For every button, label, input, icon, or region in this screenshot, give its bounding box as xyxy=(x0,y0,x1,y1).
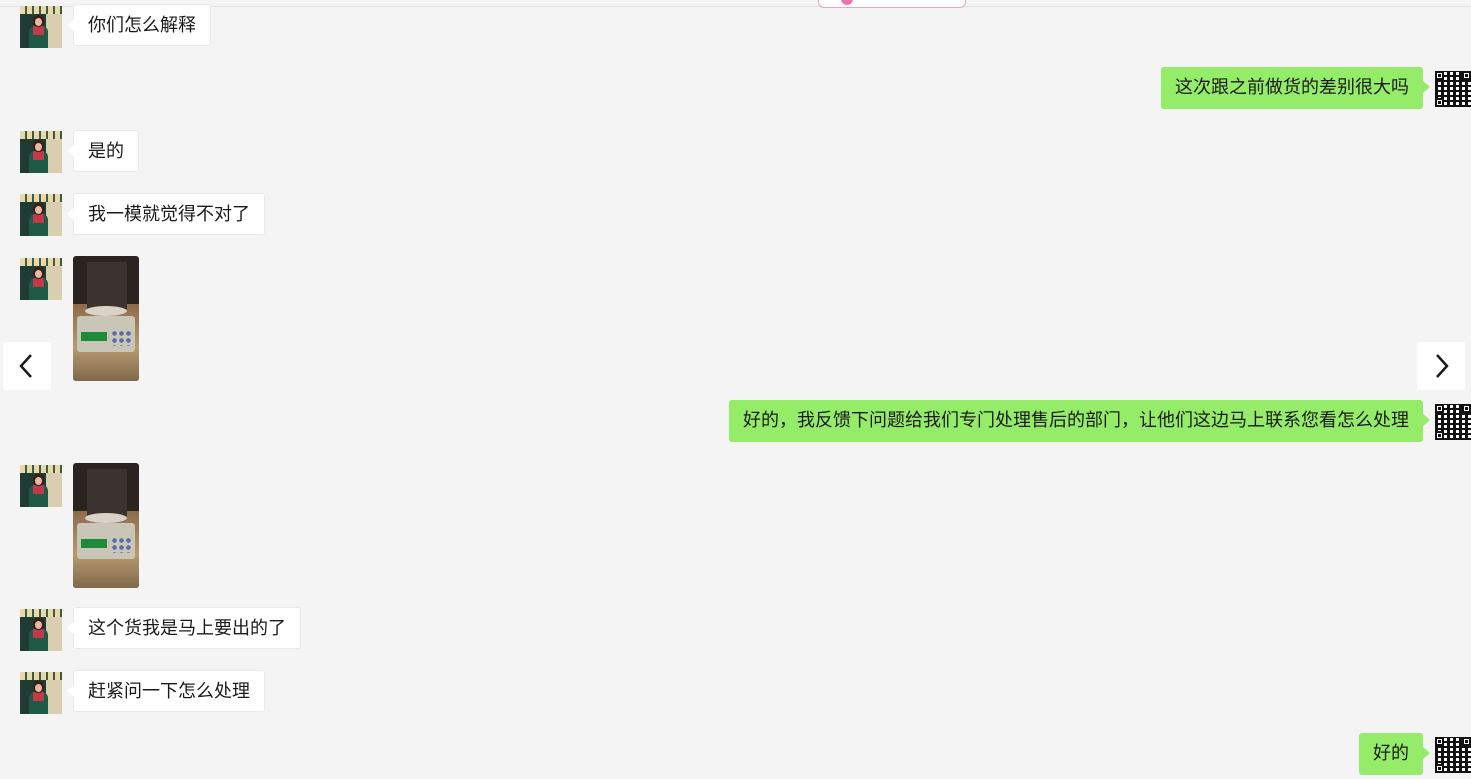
top-ribbon-tab xyxy=(818,0,966,8)
contact-avatar[interactable] xyxy=(20,6,62,48)
incoming-message[interactable]: 是的 xyxy=(67,130,139,172)
outgoing-message[interactable]: 好的，我反馈下问题给我们专门处理售后的部门，让他们这边马上联系您看怎么处理 xyxy=(729,400,1430,442)
contact-avatar[interactable] xyxy=(20,609,62,651)
incoming-message[interactable]: 你们怎么解释 xyxy=(67,4,211,46)
contact-avatar[interactable] xyxy=(20,465,62,507)
self-avatar-qr-icon[interactable] xyxy=(1435,737,1471,773)
outgoing-message[interactable]: 这次跟之前做货的差别很大吗 xyxy=(1161,67,1430,109)
bow-icon xyxy=(841,0,853,5)
top-divider xyxy=(0,6,1471,7)
self-avatar-qr-icon[interactable] xyxy=(1435,404,1471,440)
image-message-scale-photo[interactable] xyxy=(73,463,139,588)
chevron-right-icon xyxy=(1436,354,1449,378)
next-button[interactable] xyxy=(1417,342,1465,390)
chevron-left-icon xyxy=(19,354,32,378)
previous-button[interactable] xyxy=(3,342,51,390)
contact-avatar[interactable] xyxy=(20,672,62,714)
self-avatar-qr-icon[interactable] xyxy=(1435,71,1471,107)
outgoing-message[interactable]: 好的 xyxy=(1359,733,1430,775)
incoming-message[interactable]: 赶紧问一下怎么处理 xyxy=(67,670,265,712)
incoming-message[interactable]: 我一模就觉得不对了 xyxy=(67,193,265,235)
chat-screenshot: 你们怎么解释 这次跟之前做货的差别很大吗 是的 我一模就觉得不对了 好的，我反馈… xyxy=(0,0,1471,779)
contact-avatar[interactable] xyxy=(20,131,62,173)
contact-avatar[interactable] xyxy=(20,194,62,236)
image-message-scale-photo[interactable] xyxy=(73,256,139,381)
contact-avatar[interactable] xyxy=(20,258,62,300)
incoming-message[interactable]: 这个货我是马上要出的了 xyxy=(67,607,301,649)
